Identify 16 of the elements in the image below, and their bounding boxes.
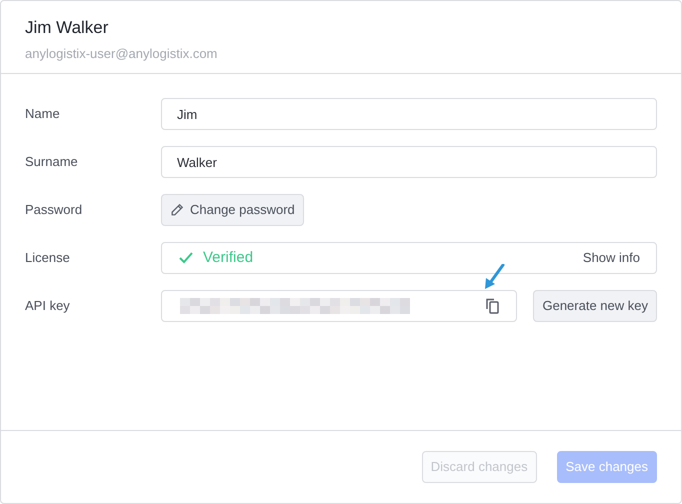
annotation-arrow [483, 264, 506, 290]
field-label: API key [25, 297, 71, 316]
change-password-button[interactable]: Change password [161, 194, 304, 226]
text-field[interactable]: Jim [161, 98, 657, 130]
user-name: Jim Walker [25, 18, 110, 38]
copy-icon[interactable] [486, 298, 500, 314]
field-label: Name [25, 105, 61, 124]
license-status: Verified [203, 248, 254, 268]
pencil-icon [170, 203, 184, 217]
field-label: Surname [25, 153, 79, 172]
field-label: Password [25, 201, 84, 220]
field-label: License [25, 249, 71, 268]
show-info-link[interactable]: Show info [582, 248, 640, 268]
text-field[interactable]: Walker [161, 146, 657, 178]
user-email: anylogistix-user@anylogistix.com [25, 45, 218, 63]
generate-key-button[interactable]: Generate new key [533, 290, 657, 322]
